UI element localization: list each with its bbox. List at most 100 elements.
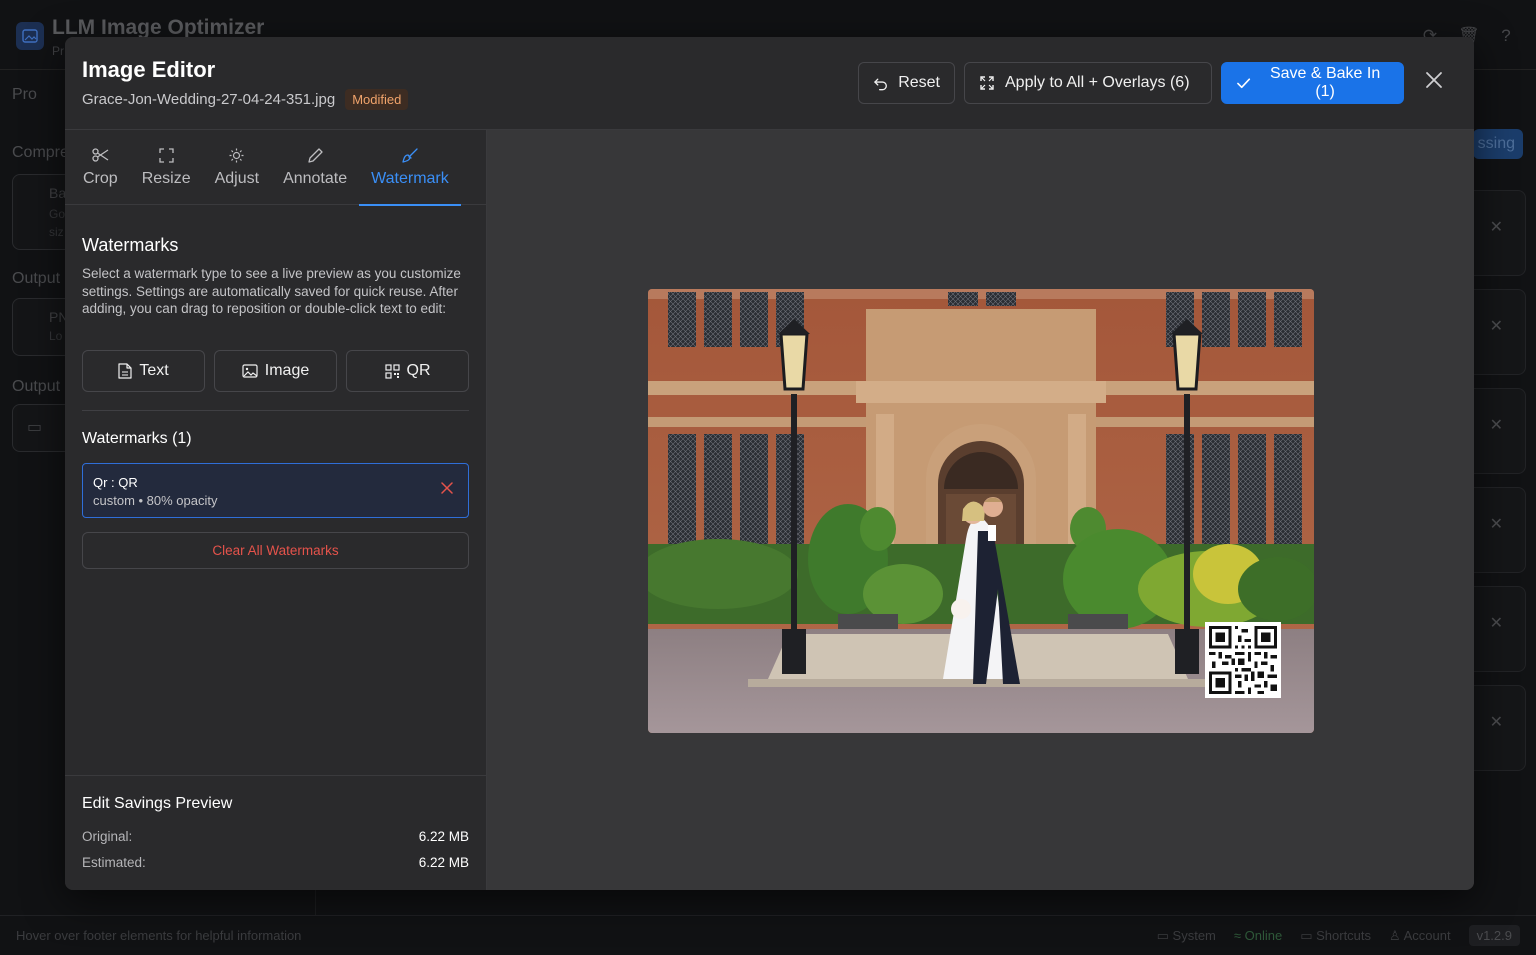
- queue-card: ✕: [1466, 190, 1526, 276]
- reset-label: Reset: [898, 74, 940, 91]
- card-label: Lo: [49, 329, 63, 343]
- footer-system[interactable]: ▭ System: [1157, 928, 1216, 944]
- tab-crop[interactable]: Crop: [71, 130, 130, 205]
- apply-to-all-button[interactable]: Apply to All + Overlays (6): [964, 62, 1212, 104]
- close-icon[interactable]: ✕: [1490, 415, 1503, 435]
- brush-icon: [402, 147, 418, 164]
- editor-tabs: Crop Resize Adjust Annotate Watermark: [65, 130, 487, 206]
- compression-card: Ba Go siz: [12, 174, 72, 250]
- reset-button[interactable]: Reset: [858, 62, 955, 104]
- queue-card: ✕: [1466, 289, 1526, 375]
- divider: [82, 410, 469, 411]
- footer-online[interactable]: ≈ Online: [1234, 928, 1282, 943]
- app-footer: Hover over footer elements for helpful i…: [0, 915, 1536, 955]
- output-card: PN Lo: [12, 298, 72, 356]
- scissors-icon: [92, 147, 109, 164]
- watermark-list-item[interactable]: Qr : QR custom • 80% opacity: [82, 463, 469, 518]
- qr-code-icon: [384, 363, 400, 379]
- estimated-value: 6.22 MB: [418, 855, 469, 870]
- original-value: 6.22 MB: [418, 829, 469, 844]
- watermarks-description: Select a watermark type to see a live pr…: [82, 266, 461, 316]
- image-preview[interactable]: [648, 289, 1314, 733]
- savings-title: Edit Savings Preview: [82, 795, 233, 812]
- estimated-label: Estimated:: [82, 855, 146, 870]
- close-icon[interactable]: ✕: [1490, 613, 1503, 633]
- clear-all-watermarks-button[interactable]: Clear All Watermarks: [82, 532, 469, 569]
- watermark-item-title: Qr : QR: [93, 475, 138, 490]
- text-watermark-button[interactable]: Text: [82, 350, 205, 392]
- card-label: Go: [49, 207, 66, 221]
- sun-icon: [229, 148, 244, 164]
- watermarks-list-heading: Watermarks (1): [82, 430, 192, 447]
- card-label: Ba: [49, 185, 67, 201]
- preview-canvas: [487, 130, 1474, 890]
- file-text-icon: [118, 363, 132, 379]
- modal-title: Image Editor: [82, 57, 216, 82]
- tab-label: Annotate: [283, 169, 348, 187]
- tab-annotate[interactable]: Annotate: [271, 130, 359, 205]
- qr-watermark-overlay[interactable]: [1205, 622, 1281, 698]
- savings-original-row: Original: 6.22 MB: [82, 829, 469, 844]
- queue-card: ✕: [1466, 586, 1526, 672]
- footer-shortcuts-label: Shortcuts: [1316, 927, 1372, 943]
- apply-label: Apply to All + Overlays (6): [1005, 74, 1190, 91]
- remove-watermark-icon[interactable]: [441, 481, 453, 499]
- image-watermark-button[interactable]: Image: [214, 350, 337, 392]
- sidebar-label: Pro: [12, 86, 37, 103]
- expand-icon: [980, 76, 994, 90]
- tab-label: Adjust: [214, 169, 260, 187]
- folder-icon: ▭: [27, 419, 43, 436]
- footer-system-label: System: [1172, 927, 1216, 943]
- undo-icon: [874, 78, 887, 91]
- version-badge: v1.2.9: [1468, 925, 1520, 946]
- watermarks-heading: Watermarks: [82, 235, 179, 255]
- footer-shortcuts[interactable]: ▭ Shortcuts: [1300, 928, 1371, 944]
- qr-watermark-button[interactable]: QR: [346, 350, 469, 392]
- card-label: siz: [49, 225, 64, 239]
- pencil-icon: [307, 147, 323, 164]
- type-label: Image: [264, 362, 310, 379]
- footer-hint: Hover over footer elements for helpful i…: [16, 928, 302, 943]
- tab-adjust[interactable]: Adjust: [203, 130, 271, 205]
- savings-estimated-row: Estimated: 6.22 MB: [82, 855, 469, 870]
- resize-icon: [158, 147, 174, 164]
- queue-card: ✕: [1466, 685, 1526, 771]
- close-icon[interactable]: ✕: [1490, 514, 1503, 534]
- queue-card: ✕: [1466, 388, 1526, 474]
- close-icon[interactable]: ✕: [1490, 316, 1503, 336]
- close-icon[interactable]: ✕: [1490, 217, 1503, 237]
- sidebar-label: Output: [12, 270, 61, 287]
- check-icon: [1237, 78, 1251, 89]
- save-bake-button[interactable]: Save & Bake In (1): [1221, 62, 1404, 104]
- queue-card: ✕: [1466, 487, 1526, 573]
- app-subtitle: Pr: [52, 44, 64, 58]
- type-label: QR: [406, 362, 431, 379]
- image-editor-modal: Image Editor Grace-Jon-Wedding-27-04-24-…: [65, 37, 1474, 890]
- close-icon[interactable]: [1421, 70, 1447, 96]
- save-label: Save & Bake In (1): [1269, 65, 1381, 100]
- tab-label: Watermark: [371, 169, 449, 187]
- sidebar-label: Output: [12, 378, 61, 395]
- app-logo-icon: [16, 22, 44, 50]
- processing-button[interactable]: ssing: [1473, 129, 1523, 159]
- watermark-type-buttons: Text Image QR: [82, 350, 469, 392]
- help-icon[interactable]: ?: [1496, 26, 1516, 46]
- edit-savings-preview: Edit Savings Preview Original: 6.22 MB E…: [65, 775, 487, 890]
- tab-label: Resize: [141, 169, 191, 187]
- tab-watermark[interactable]: Watermark: [359, 130, 461, 206]
- editor-sidebar: Crop Resize Adjust Annotate Watermark Wa…: [65, 130, 487, 890]
- type-label: Text: [139, 362, 169, 379]
- status-badge: Modified: [345, 89, 409, 110]
- file-name: Grace-Jon-Wedding-27-04-24-351.jpg: [82, 91, 336, 108]
- watermark-item-subtitle: custom • 80% opacity: [93, 493, 218, 508]
- modal-header: Image Editor Grace-Jon-Wedding-27-04-24-…: [65, 37, 1474, 130]
- close-icon[interactable]: ✕: [1490, 712, 1503, 732]
- original-label: Original:: [82, 829, 133, 844]
- tab-resize[interactable]: Resize: [130, 130, 203, 205]
- sidebar-label: Compre: [12, 144, 69, 161]
- footer-online-label: Online: [1244, 928, 1283, 943]
- output-folder-field: ▭: [12, 404, 72, 452]
- tab-label: Crop: [83, 169, 118, 187]
- footer-account-label: Account: [1403, 927, 1451, 943]
- footer-account[interactable]: ♙ Account: [1389, 928, 1451, 944]
